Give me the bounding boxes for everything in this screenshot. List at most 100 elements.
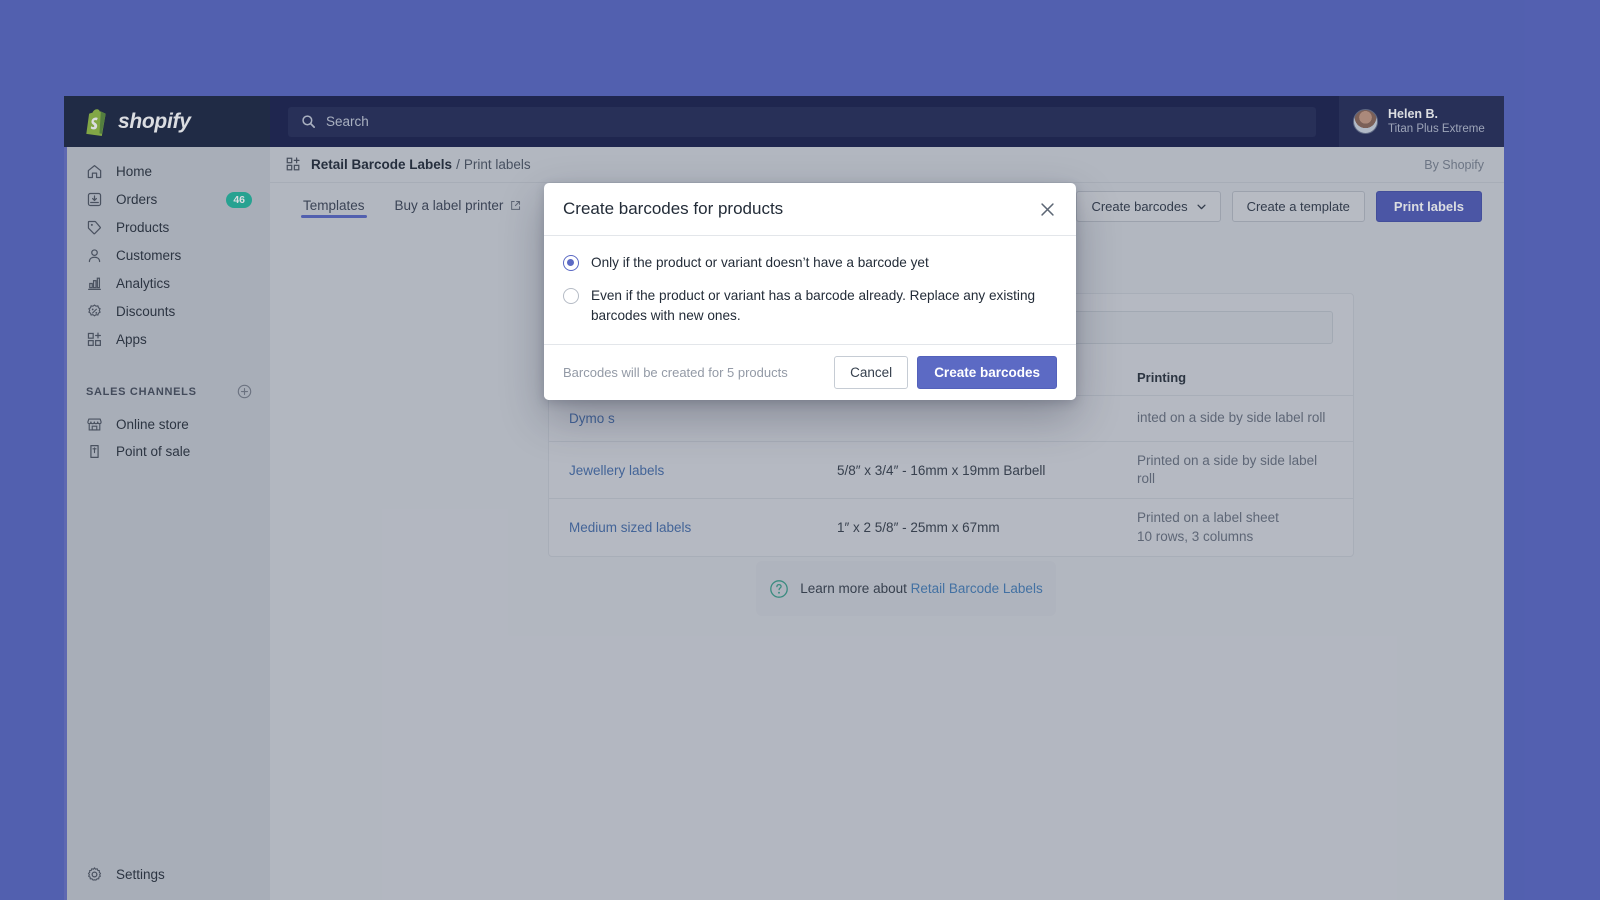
avatar [1353,109,1378,134]
gear-icon [86,866,103,883]
radio-option-only-if-missing[interactable]: Only if the product or variant doesn’t h… [563,253,1057,272]
apps-grid-plus-icon [86,331,103,348]
learn-more-link[interactable]: Retail Barcode Labels [911,581,1043,596]
create-barcodes-button[interactable]: Create barcodes [1076,191,1220,222]
sidebar-item-discounts[interactable]: Discounts [67,298,270,326]
radio-label: Only if the product or variant doesn’t h… [591,253,929,272]
brand-wordmark: shopify [118,110,191,134]
search-icon [301,114,316,129]
modal-title: Create barcodes for products [563,199,1036,219]
sidebar-settings-row: Settings [67,861,270,889]
by-shopify-label: By Shopify [1424,158,1484,172]
account-text: Helen B. Titan Plus Extreme [1388,107,1485,137]
sidebar-item-label: Apps [116,332,270,347]
modal-footer: Barcodes will be created for 5 products … [544,344,1076,400]
create-barcodes-label: Create barcodes [1091,199,1187,214]
modal-footer-note: Barcodes will be created for 5 products [563,365,825,380]
sidebar-item-point-of-sale[interactable]: Point of sale [67,438,270,466]
tab-buy-a-label-printer[interactable]: Buy a label printer [380,183,537,227]
page-actions: Create barcodes Create a template Print … [1076,191,1482,222]
tab-label: Templates [303,198,365,213]
tag-icon [86,219,103,236]
search-placeholder-text: Search [326,114,369,129]
plus-circle-icon[interactable] [237,384,252,399]
sidebar-item-label: Home [116,164,270,179]
template-printing: Printed on a side by side label roll [1137,452,1333,488]
shopify-logo[interactable]: shopify [64,96,270,147]
radio-label: Even if the product or variant has a bar… [591,286,1057,325]
sales-channels-section-header: SALES CHANNELS [67,383,270,401]
chevron-down-icon [1197,204,1206,210]
template-printing: inted on a side by side label roll [1137,409,1333,427]
create-template-label: Create a template [1247,199,1350,214]
sidebar-item-orders[interactable]: Orders 46 [67,186,270,214]
sidebar-item-analytics[interactable]: Analytics [67,270,270,298]
template-dimensions: 1″ x 2 5/8″ - 25mm x 67mm [837,520,1137,535]
table-row[interactable]: Medium sized labels 1″ x 2 5/8″ - 25mm x… [549,499,1353,555]
sidebar-item-settings[interactable]: Settings [67,861,270,889]
tab-label: Buy a label printer [395,198,504,213]
sidebar-item-label: Products [116,220,270,235]
bar-chart-icon [86,275,103,292]
sidebar-primary-nav: Home Orders 46 Products [67,147,270,354]
modal-header: Create barcodes for products [544,183,1076,236]
account-menu[interactable]: Helen B. Titan Plus Extreme [1339,96,1504,147]
learn-more-text: Learn more about Retail Barcode Labels [800,581,1042,596]
app-grid-plus-icon [285,156,302,173]
sidebar-item-label: Settings [116,867,270,882]
radio-button[interactable] [563,288,579,304]
breadcrumb: Retail Barcode Labels / Print labels By … [270,147,1504,183]
create-a-template-button[interactable]: Create a template [1232,191,1365,222]
sidebar-item-label: Analytics [116,276,270,291]
account-store: Titan Plus Extreme [1388,122,1485,136]
sidebar-item-label: Customers [116,248,270,263]
search-input[interactable]: Search [288,107,1316,137]
table-row[interactable]: Dymo s inted on a side by side label rol… [549,396,1353,442]
close-x-icon [1039,201,1056,218]
radio-option-replace-existing[interactable]: Even if the product or variant has a bar… [563,286,1057,325]
sidebar-item-label: Orders [116,192,213,207]
sidebar-item-label: Online store [116,417,270,432]
confirm-create-barcodes-button[interactable]: Create barcodes [917,356,1057,389]
sidebar-item-products[interactable]: Products [67,214,270,242]
template-name-link[interactable]: Jewellery labels [569,463,837,478]
discount-percent-icon [86,303,103,320]
orders-badge: 46 [226,192,252,209]
sidebar-item-home[interactable]: Home [67,158,270,186]
cancel-button[interactable]: Cancel [834,356,908,389]
question-circle-icon [769,579,789,599]
storefront-icon [86,416,103,433]
orders-inbox-icon [86,191,103,208]
close-button[interactable] [1036,198,1058,220]
cancel-label: Cancel [850,365,892,380]
person-icon [86,247,103,264]
sidebar-item-label: Point of sale [116,444,270,459]
home-icon [86,163,103,180]
learn-more-banner: Learn more about Retail Barcode Labels [756,561,1056,616]
create-barcodes-modal: Create barcodes for products Only if the… [544,183,1076,400]
breadcrumb-app-name[interactable]: Retail Barcode Labels [311,157,452,172]
sidebar-item-customers[interactable]: Customers [67,242,270,270]
modal-body: Only if the product or variant doesn’t h… [544,236,1076,344]
page-title: Print labels [464,157,531,172]
global-search-wrapper: Search [270,107,1339,137]
template-name-link[interactable]: Dymo s [569,411,837,426]
sidebar-item-label: Discounts [116,304,270,319]
learn-more-prefix: Learn more about [800,581,910,596]
breadcrumb-separator: / [456,157,460,172]
template-printing: Printed on a label sheet 10 rows, 3 colu… [1137,509,1333,545]
print-labels-button[interactable]: Print labels [1376,191,1482,222]
template-name-link[interactable]: Medium sized labels [569,520,837,535]
point-of-sale-icon [86,443,103,460]
sidebar-sales-channels: Online store Point of sale [67,401,270,466]
external-link-icon [510,200,521,211]
table-row[interactable]: Jewellery labels 5/8″ x 3/4″ - 16mm x 19… [549,442,1353,499]
sidebar: Home Orders 46 Products [64,147,270,900]
account-name: Helen B. [1388,107,1485,123]
sidebar-item-online-store[interactable]: Online store [67,411,270,439]
sidebar-item-apps[interactable]: Apps [67,326,270,354]
tab-templates[interactable]: Templates [288,183,380,227]
print-labels-label: Print labels [1394,199,1464,214]
radio-button[interactable] [563,255,579,271]
shopify-bag-icon [83,108,109,136]
